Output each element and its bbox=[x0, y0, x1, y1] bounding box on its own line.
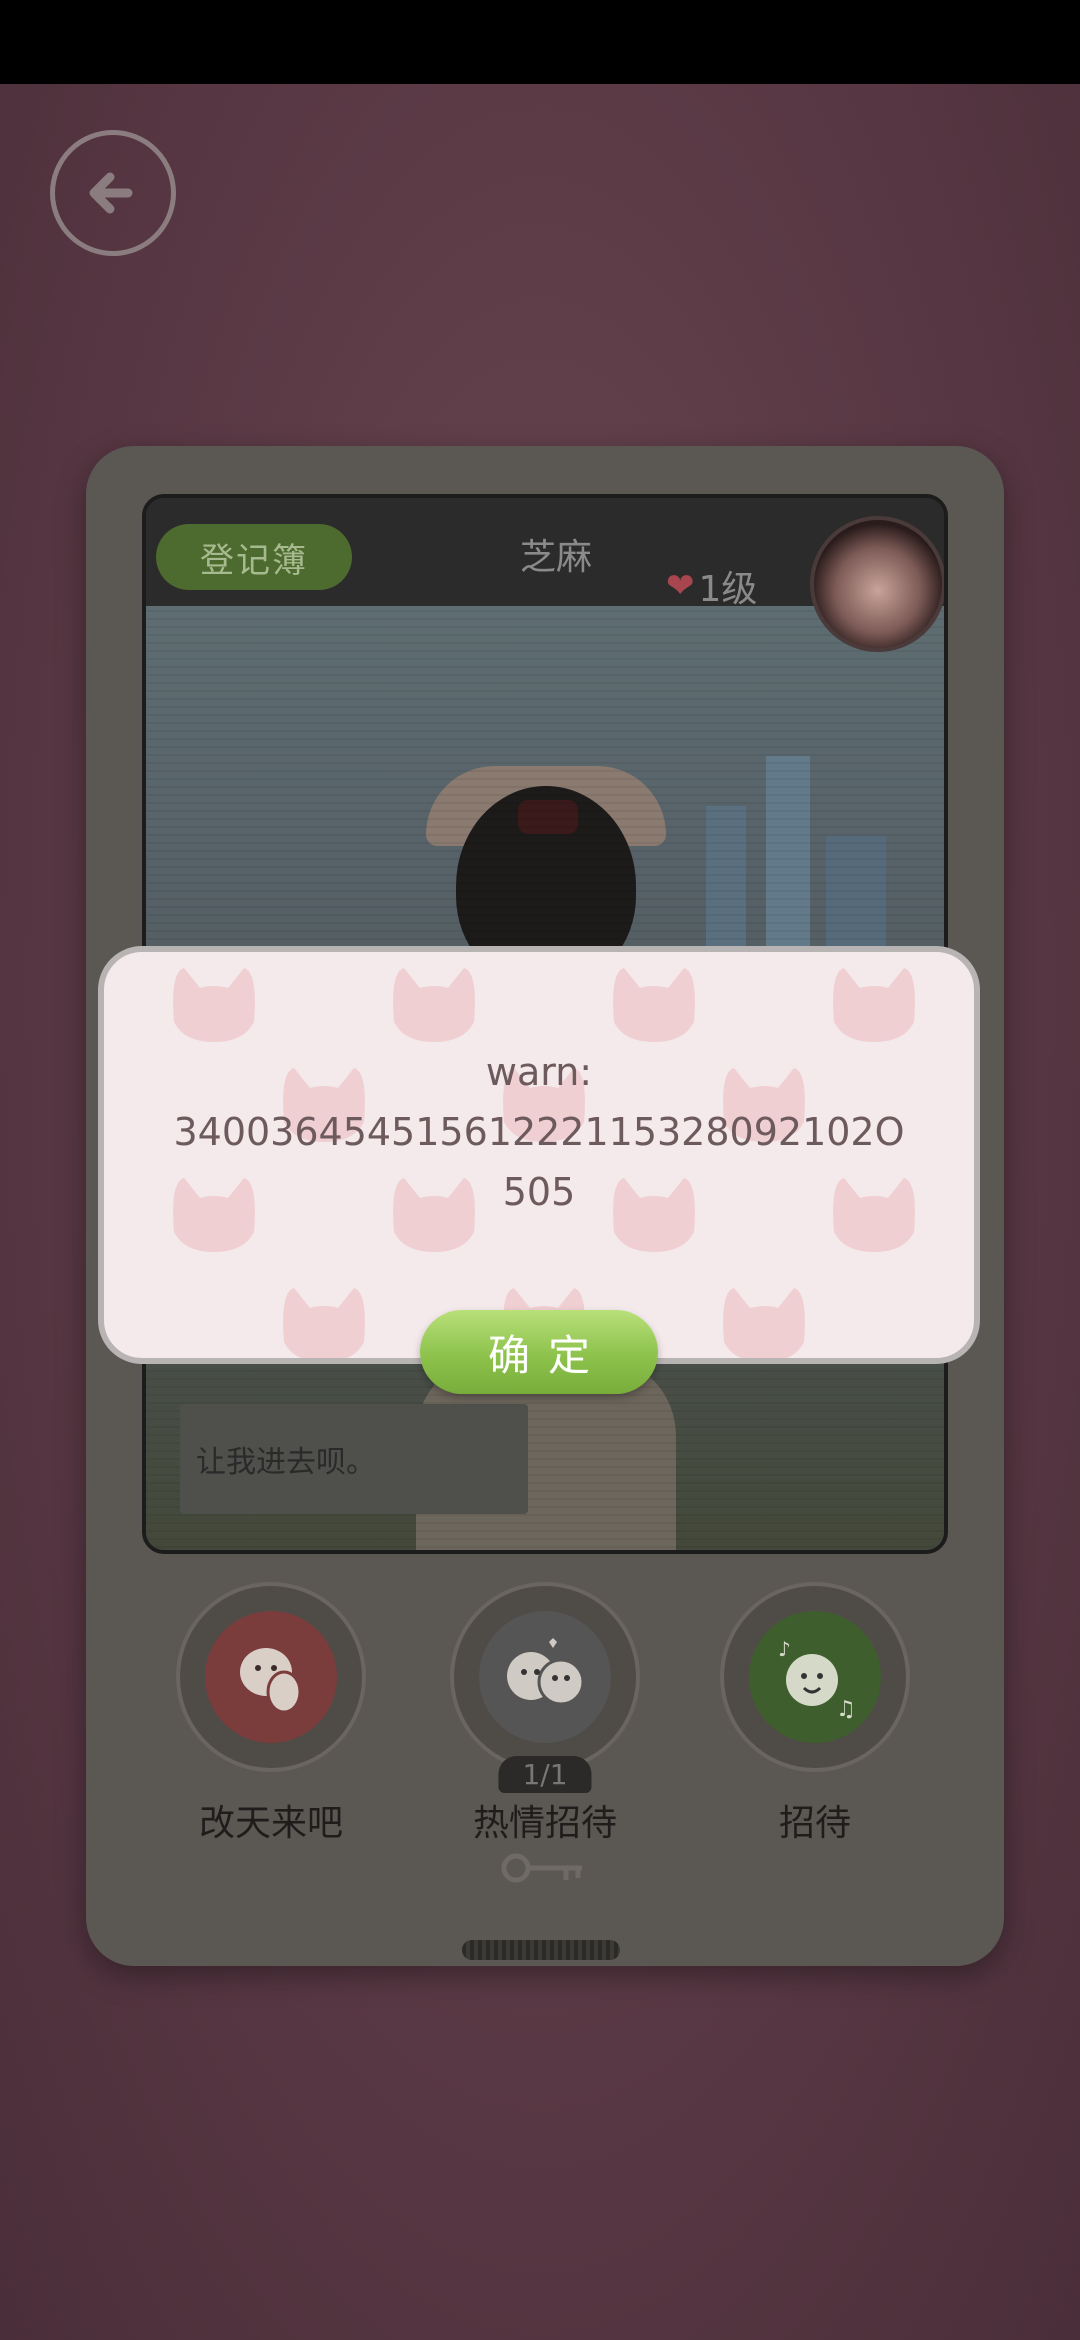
refuse-face-icon bbox=[205, 1611, 337, 1743]
warning-line-3: 505 bbox=[502, 1170, 576, 1214]
heart-icon: ❤ bbox=[666, 566, 695, 606]
visitor-name: 芝麻 bbox=[519, 537, 592, 578]
warning-dialog: warn: 34003645451561222115328092102O 505 bbox=[98, 946, 980, 1364]
speaker-grille bbox=[462, 1940, 620, 1960]
welcome-button[interactable]: ♪ ♫ bbox=[720, 1582, 910, 1772]
svg-text:♫: ♫ bbox=[836, 1697, 856, 1722]
status-bar bbox=[0, 0, 1080, 84]
visitor-avatar[interactable] bbox=[810, 516, 944, 652]
welcome-label: 招待 bbox=[778, 1803, 851, 1844]
affection-level: ❤ 1级 bbox=[666, 560, 757, 612]
chatting-faces-icon bbox=[479, 1611, 611, 1743]
warning-message: warn: 34003645451561222115328092102O 505 bbox=[104, 1042, 974, 1222]
warm-welcome-button[interactable]: 1/1 bbox=[450, 1582, 640, 1793]
warm-welcome-label: 热情招待 bbox=[472, 1803, 617, 1844]
page-indicator: 1/1 bbox=[498, 1756, 592, 1793]
confirm-button[interactable]: 确定 bbox=[420, 1310, 658, 1394]
warning-line-1: warn: bbox=[485, 1050, 593, 1094]
welcome-action[interactable]: ♪ ♫ 招待 bbox=[720, 1582, 910, 1846]
decline-label: 改天来吧 bbox=[198, 1803, 343, 1844]
singing-face-icon: ♪ ♫ bbox=[749, 1611, 881, 1743]
svg-text:♪: ♪ bbox=[778, 1637, 791, 1661]
register-button[interactable]: 登记簿 bbox=[156, 524, 352, 590]
key-icon bbox=[501, 1853, 582, 1883]
level-text: 1级 bbox=[698, 569, 758, 610]
decline-action[interactable]: 改天来吧 bbox=[176, 1582, 366, 1846]
back-button[interactable] bbox=[50, 130, 176, 256]
back-arrow-icon bbox=[89, 172, 133, 214]
decline-button[interactable] bbox=[176, 1582, 366, 1772]
warm-welcome-action[interactable]: 1/1 热情招待 bbox=[450, 1582, 640, 1846]
speech-bubble: 让我进去呗。 bbox=[180, 1404, 528, 1514]
warning-line-2: 34003645451561222115328092102O bbox=[173, 1110, 905, 1154]
